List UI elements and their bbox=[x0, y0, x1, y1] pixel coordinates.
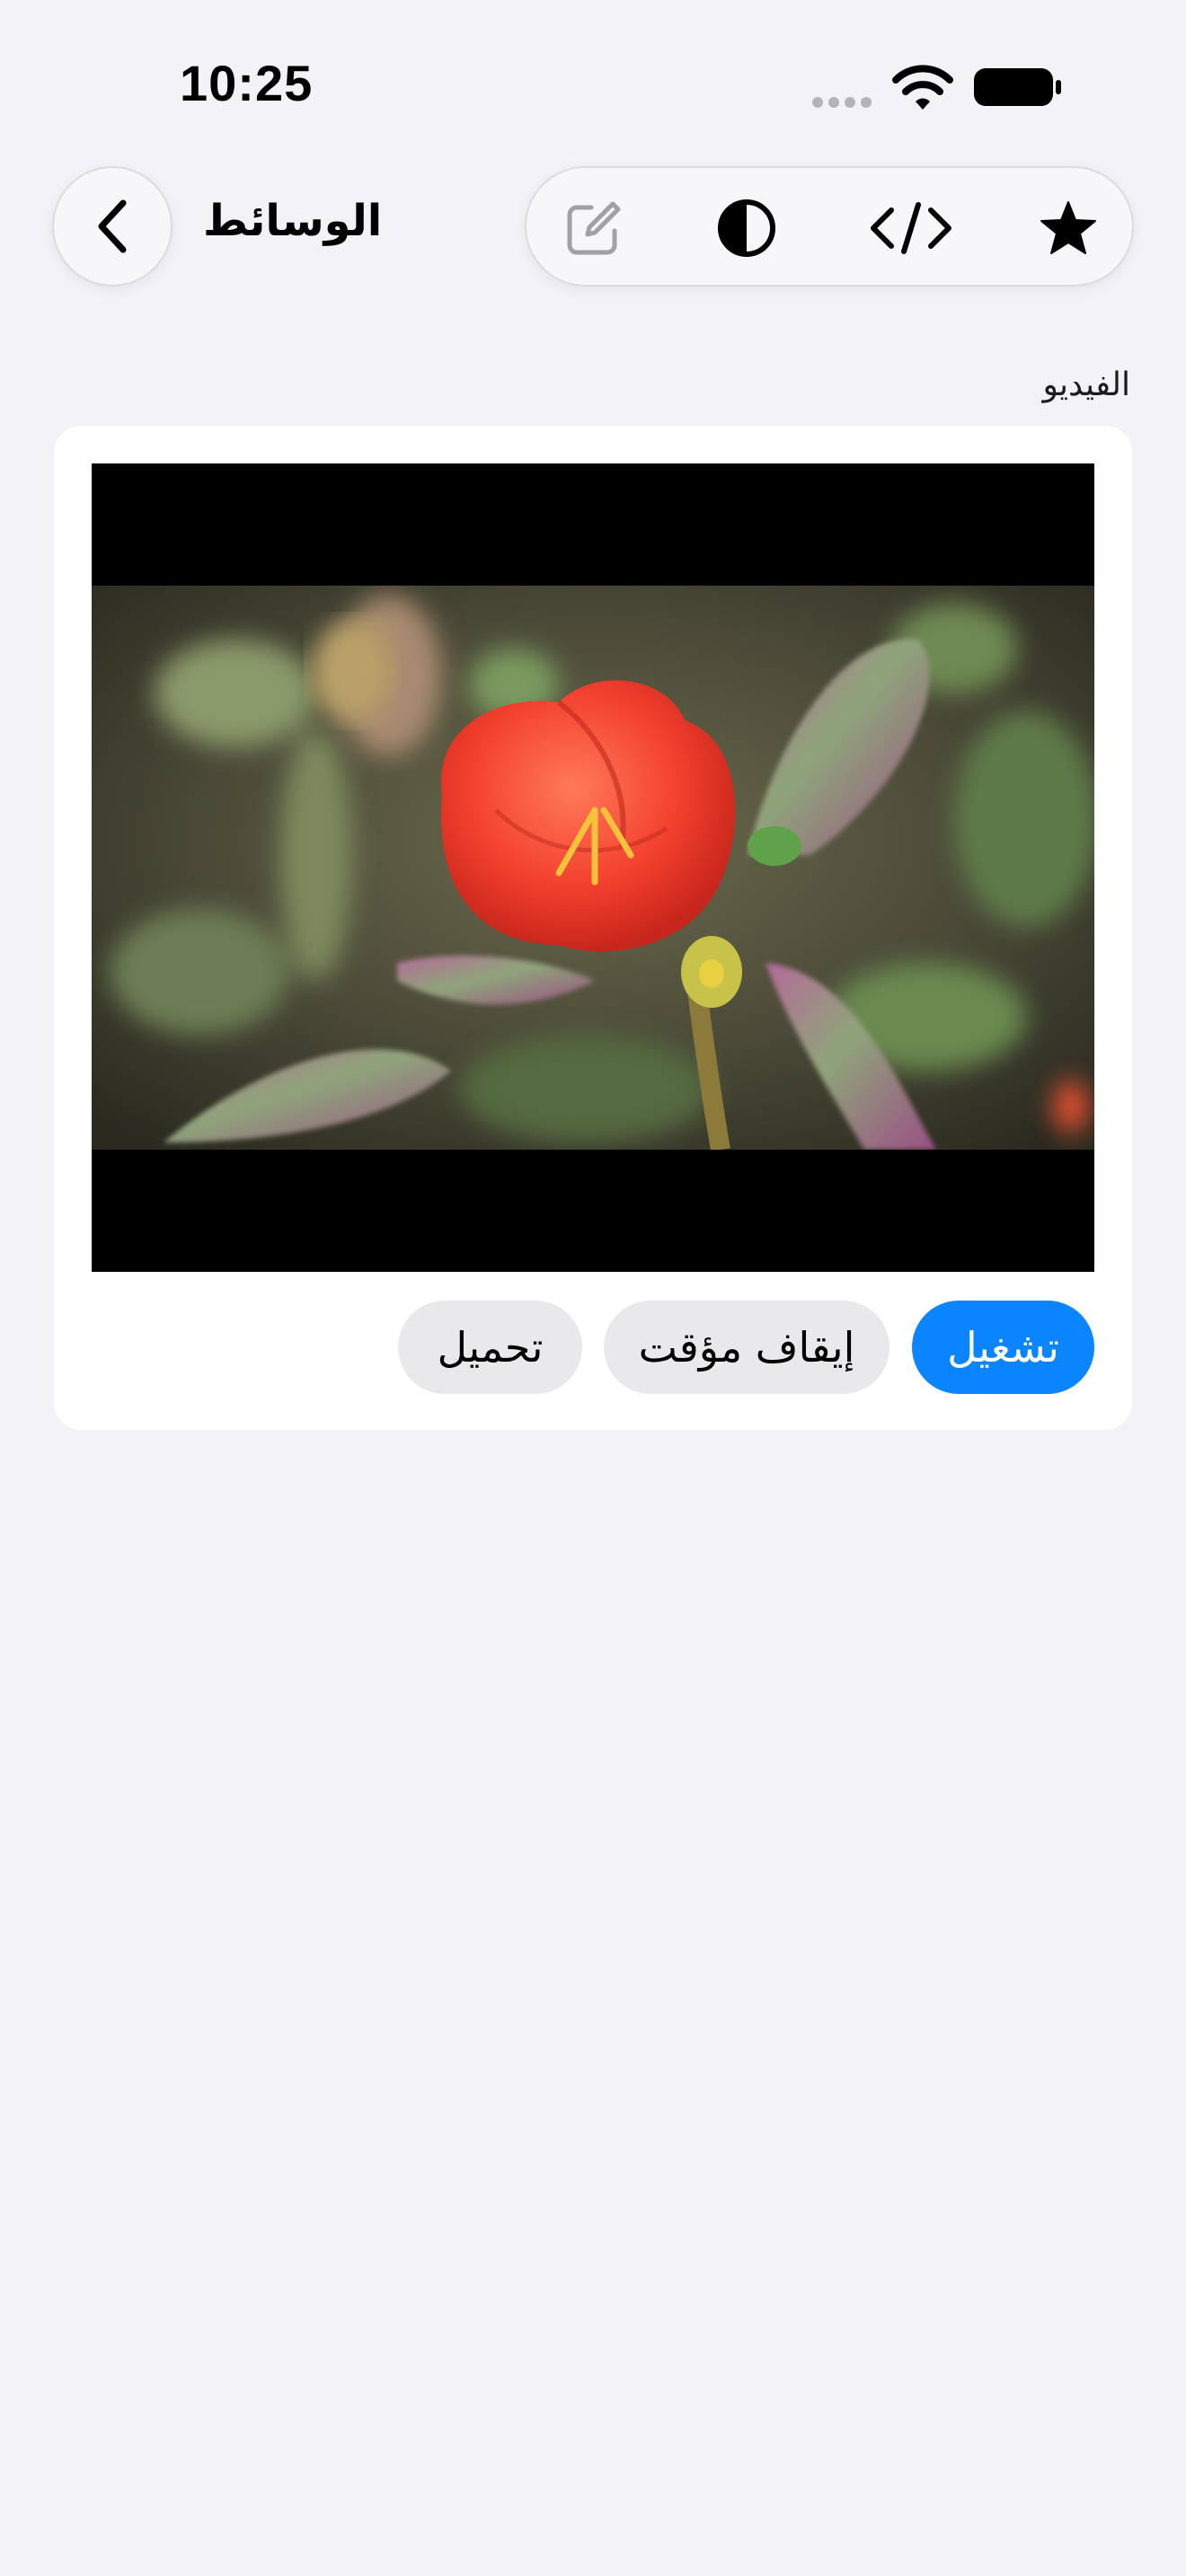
status-time: 10:25 bbox=[180, 55, 314, 111]
chevron-left-icon bbox=[98, 199, 127, 253]
back-button[interactable] bbox=[52, 166, 173, 287]
contrast-icon bbox=[718, 199, 775, 257]
signal-dots-icon bbox=[812, 97, 872, 108]
appearance-button[interactable] bbox=[713, 195, 780, 261]
compose-button[interactable] bbox=[561, 195, 627, 261]
video-frame bbox=[92, 586, 1094, 1150]
toolbar bbox=[525, 166, 1134, 287]
section-header: الفيديو bbox=[1042, 366, 1130, 403]
page-title: الوسائط bbox=[203, 196, 383, 246]
code-icon bbox=[871, 202, 951, 254]
video-card: تشغيل إيقاف مؤقت تحميل bbox=[54, 426, 1132, 1430]
pause-button[interactable]: إيقاف مؤقت bbox=[604, 1301, 890, 1394]
play-button[interactable]: تشغيل bbox=[912, 1301, 1094, 1394]
star-icon bbox=[1040, 201, 1096, 254]
video-player[interactable] bbox=[92, 463, 1094, 1272]
load-button[interactable]: تحميل bbox=[398, 1301, 582, 1394]
compose-icon bbox=[567, 201, 621, 255]
code-button[interactable] bbox=[864, 195, 958, 261]
battery-icon bbox=[974, 68, 1061, 106]
favorite-button[interactable] bbox=[1035, 195, 1102, 261]
wifi-icon bbox=[892, 65, 953, 110]
